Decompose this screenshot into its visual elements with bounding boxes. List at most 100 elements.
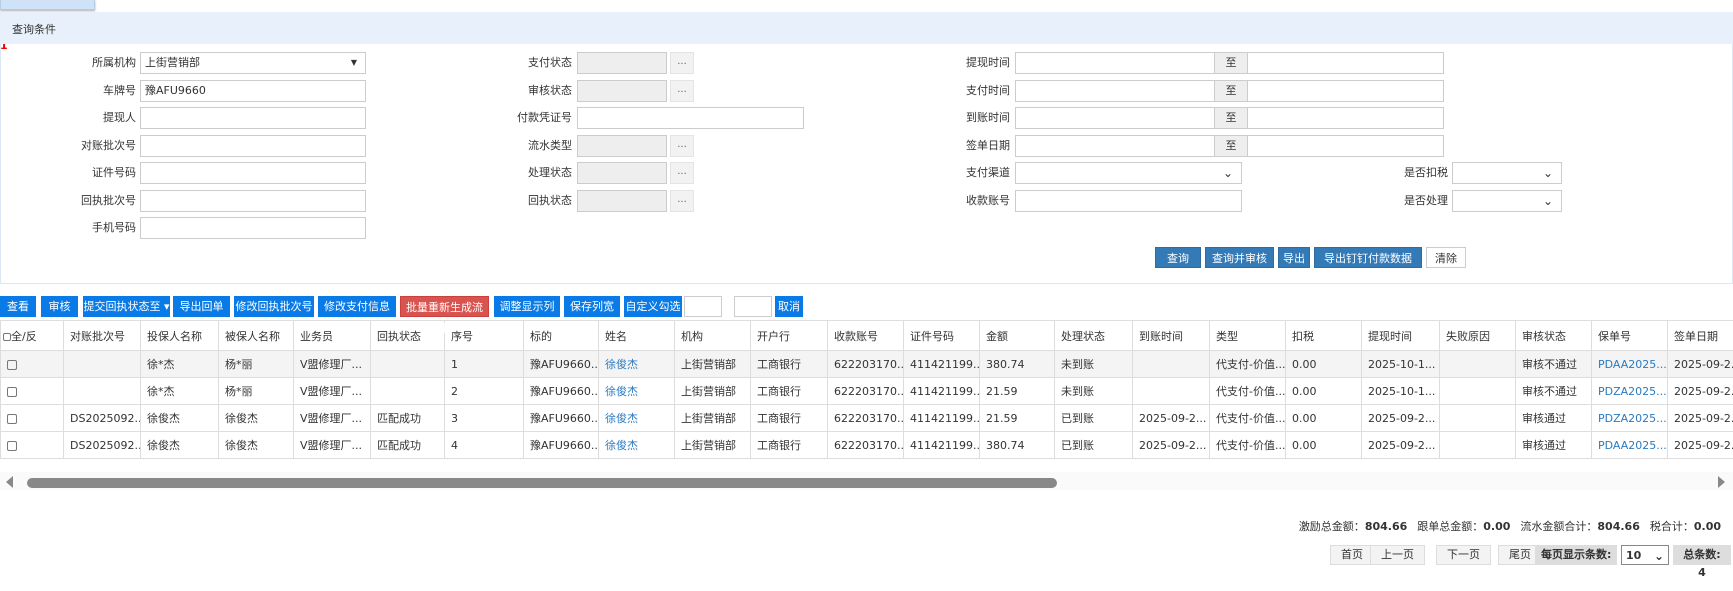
text-input[interactable]: 豫AFU9660 xyxy=(140,79,366,102)
scroll-left-icon[interactable] xyxy=(6,476,13,488)
date-from-input[interactable] xyxy=(1015,107,1215,129)
range-to-input[interactable] xyxy=(734,296,772,317)
column-header[interactable]: 类型 xyxy=(1209,320,1286,351)
row-checkbox[interactable] xyxy=(7,440,17,451)
select-all-checkbox[interactable] xyxy=(3,332,11,341)
page-tab[interactable] xyxy=(0,0,95,10)
status-input[interactable] xyxy=(577,79,667,102)
column-header[interactable]: 签单日期 xyxy=(1667,320,1733,351)
column-header[interactable]: 姓名 xyxy=(598,320,675,351)
column-header[interactable]: 开户行 xyxy=(750,320,828,351)
date-to-input[interactable] xyxy=(1247,79,1444,102)
table-row[interactable]: DS2025092... 徐俊杰 徐俊杰 V盟修理厂... 匹配成功 3 豫AFU9660.… xyxy=(0,404,1733,432)
account-input[interactable] xyxy=(1015,189,1242,212)
toolbar-button-6[interactable]: 批量重新生成流水 xyxy=(400,296,489,335)
date-from-input[interactable] xyxy=(1015,79,1215,102)
voucher-input[interactable] xyxy=(577,107,804,129)
column-header[interactable]: 标的 xyxy=(523,320,599,351)
channel-select[interactable]: ⌄ xyxy=(1015,162,1242,184)
column-header[interactable]: 提现时间 xyxy=(1361,320,1440,351)
table-row[interactable]: 徐*杰 杨*丽 V盟修理厂... 2 豫AFU9660... 徐俊杰 上街营销部 工商银行 62… xyxy=(0,377,1733,405)
toolbar-button-3[interactable]: 导出回单 xyxy=(173,296,230,317)
column-header[interactable]: 被保人名称 xyxy=(218,320,294,351)
text-input[interactable] xyxy=(140,134,366,157)
table-cell[interactable] xyxy=(0,404,64,432)
picker-button[interactable]: ... xyxy=(670,134,694,157)
toolbar-button-1[interactable]: 审核 xyxy=(41,296,78,317)
table-cell[interactable]: 徐俊杰 xyxy=(598,404,675,432)
first-page-button[interactable]: 首页 xyxy=(1330,545,1374,565)
clear-button[interactable]: 清除 xyxy=(1426,247,1466,268)
picker-button[interactable]: ... xyxy=(670,189,694,212)
column-header[interactable]: 金额 xyxy=(979,320,1055,351)
date-to-input[interactable] xyxy=(1247,107,1444,129)
picker-button[interactable]: ... xyxy=(670,52,694,74)
picker-button[interactable]: ... xyxy=(670,79,694,102)
query-button-2[interactable]: 导出 xyxy=(1278,247,1310,268)
picker-button[interactable]: ... xyxy=(670,162,694,184)
text-input[interactable] xyxy=(140,189,366,212)
status-input[interactable] xyxy=(577,52,667,74)
scroll-right-icon[interactable] xyxy=(1718,476,1725,488)
date-to-input[interactable] xyxy=(1247,134,1444,157)
date-from-input[interactable] xyxy=(1015,134,1215,157)
toolbar-button-9[interactable]: 自定义勾选 xyxy=(624,296,682,317)
yes-no-select[interactable]: ⌄ xyxy=(1452,162,1562,184)
column-header[interactable]: 审核状态 xyxy=(1515,320,1592,351)
toolbar-button-8[interactable]: 保存列宽 xyxy=(564,296,620,317)
column-header[interactable]: 扣税 xyxy=(1285,320,1362,351)
table-row[interactable]: 徐*杰 杨*丽 V盟修理厂... 1 豫AFU9660... 徐俊杰 上街营销部 工商银行 62… xyxy=(0,350,1733,378)
text-input[interactable] xyxy=(140,217,366,239)
status-input[interactable] xyxy=(577,162,667,184)
status-input[interactable] xyxy=(577,134,667,157)
column-header[interactable]: 保单号 xyxy=(1591,320,1668,351)
per-page-select[interactable]: 10 ⌄ xyxy=(1621,545,1669,565)
column-header[interactable]: 回执状态 xyxy=(370,320,445,351)
toolbar-button-5[interactable]: 修改支付信息 xyxy=(318,296,396,317)
column-header[interactable]: 序号 xyxy=(444,320,524,351)
column-header[interactable]: 证件号码 xyxy=(903,320,980,351)
scrollbar-thumb[interactable] xyxy=(27,478,1057,488)
row-checkbox[interactable] xyxy=(7,413,17,424)
table-cell[interactable]: PDZA2025... xyxy=(1591,377,1668,405)
table-cell[interactable]: 徐俊杰 xyxy=(598,377,675,405)
org-select[interactable]: 上街营销部 ▼ xyxy=(140,52,366,74)
toolbar-button-4[interactable]: 修改回执批次号 xyxy=(234,296,314,317)
query-button-1[interactable]: 查询并审核 xyxy=(1205,247,1274,268)
column-header[interactable]: 全/反 xyxy=(0,320,64,351)
date-to-input[interactable] xyxy=(1247,52,1444,74)
column-header[interactable]: 收款账号 xyxy=(827,320,904,351)
table-cell[interactable]: PDAA2025... xyxy=(1591,350,1668,378)
date-from-input[interactable] xyxy=(1015,52,1215,74)
table-cell[interactable]: PDAA2025... xyxy=(1591,431,1668,459)
prev-page-button[interactable]: 上一页 xyxy=(1370,545,1425,565)
toolbar-button-2[interactable]: 提交回执状态至 ▾ xyxy=(83,296,170,317)
table-cell[interactable] xyxy=(0,431,64,459)
text-input[interactable] xyxy=(140,162,366,184)
table-cell[interactable]: 徐俊杰 xyxy=(598,431,675,459)
toolbar-button-7[interactable]: 调整显示列 xyxy=(494,296,560,317)
column-header[interactable]: 到账时间 xyxy=(1132,320,1210,351)
next-page-button[interactable]: 下一页 xyxy=(1436,545,1491,565)
row-checkbox[interactable] xyxy=(7,359,17,370)
query-button-0[interactable]: 查询 xyxy=(1155,247,1201,268)
toolbar-button-0[interactable]: 查看 xyxy=(0,296,36,317)
table-cell[interactable] xyxy=(0,350,64,378)
range-from-input[interactable] xyxy=(684,296,722,317)
cancel-button[interactable]: 取消 xyxy=(775,296,803,317)
column-header[interactable]: 投保人名称 xyxy=(140,320,219,351)
table-row[interactable]: DS2025092... 徐俊杰 徐俊杰 V盟修理厂... 匹配成功 4 豫AFU9660.… xyxy=(0,431,1733,459)
yes-no-select[interactable]: ⌄ xyxy=(1452,189,1562,212)
column-header[interactable]: 业务员 xyxy=(293,320,371,351)
table-cell[interactable]: 徐俊杰 xyxy=(598,350,675,378)
text-input[interactable] xyxy=(140,107,366,129)
column-header[interactable]: 机构 xyxy=(674,320,751,351)
status-input[interactable] xyxy=(577,189,667,212)
column-header[interactable]: 对账批次号 xyxy=(63,320,141,351)
column-header[interactable]: 失败原因 xyxy=(1439,320,1516,351)
row-checkbox[interactable] xyxy=(7,386,17,397)
column-header[interactable]: 处理状态 xyxy=(1054,320,1133,351)
query-button-3[interactable]: 导出钉钉付款数据 xyxy=(1314,247,1422,268)
table-cell[interactable]: PDZA2025... xyxy=(1591,404,1668,432)
table-cell[interactable] xyxy=(0,377,64,405)
